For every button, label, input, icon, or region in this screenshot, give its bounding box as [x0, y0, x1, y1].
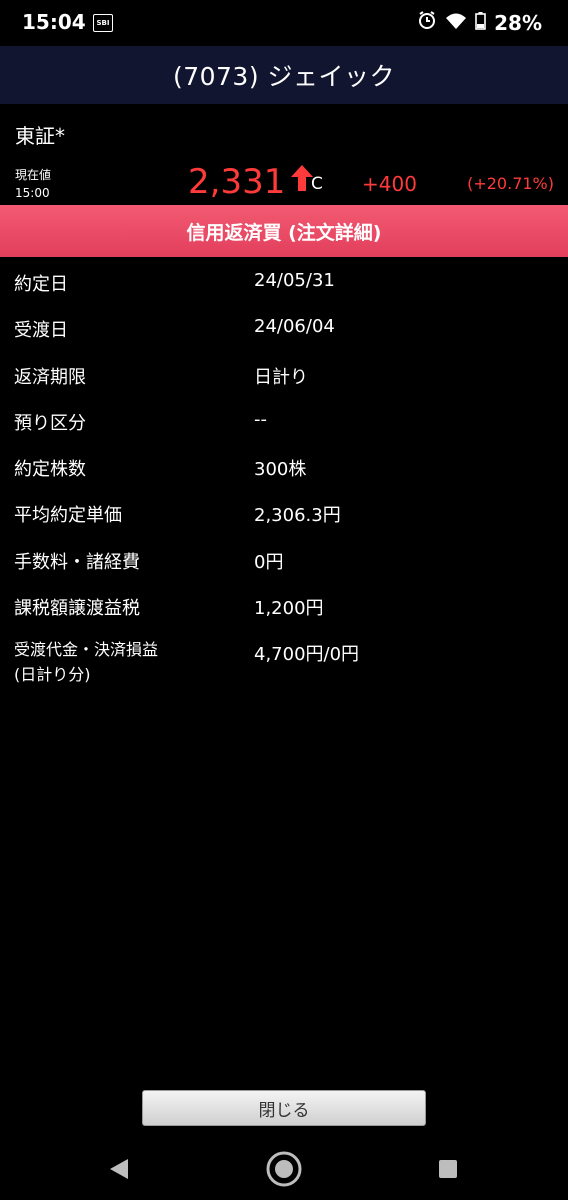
detail-value: -- — [254, 408, 267, 430]
detail-value: 300株 — [254, 459, 307, 481]
detail-row: 手数料・諸経費 0円 — [0, 536, 568, 582]
battery-percent: 28% — [494, 10, 542, 35]
page-title: (7073) ジェイック — [172, 62, 396, 91]
order-details: 約定日 24/05/31 受渡日 24/06/04 返済期限 日計り 預り区分 … — [0, 258, 568, 628]
title-bar: (7073) ジェイック — [0, 46, 568, 104]
price-caption: 現在値 15:00 — [15, 166, 51, 202]
detail-label: 受渡日 — [14, 320, 68, 342]
detail-row: 約定株数 300株 — [0, 443, 568, 489]
price-change: +400 — [362, 172, 417, 196]
status-time: 15:04 — [22, 10, 86, 34]
section-title: 信用返済買 (注文詳細) — [186, 221, 382, 244]
settlement-label-line1: 受渡代金・決済損益 — [14, 640, 159, 659]
wifi-icon — [445, 11, 467, 35]
detail-label: 返済期限 — [14, 366, 86, 388]
detail-row: 預り区分 -- — [0, 397, 568, 443]
price-time: 15:00 — [15, 186, 50, 200]
detail-row: 受渡日 24/06/04 — [0, 304, 568, 350]
detail-label: 約定株数 — [14, 459, 86, 481]
detail-value: 日計り — [254, 366, 308, 388]
market-label: 東証* — [15, 124, 65, 148]
current-price-value: 2,331 — [188, 162, 286, 202]
price-caption-label: 現在値 — [15, 168, 52, 182]
section-header: 信用返済買 (注文詳細) — [0, 205, 568, 257]
detail-label: 平均約定単価 — [14, 505, 122, 527]
settlement-value: 4,700円/0円 — [254, 644, 360, 665]
detail-row: 約定日 24/05/31 — [0, 258, 568, 304]
status-bar: 15:04 SBI 28% — [0, 0, 568, 46]
detail-label: 預り区分 — [14, 412, 86, 434]
nav-back-icon[interactable] — [108, 1157, 130, 1185]
detail-value: 1,200円 — [254, 598, 324, 620]
detail-value: 0円 — [254, 551, 284, 573]
detail-row: 返済期限 日計り — [0, 351, 568, 397]
settlement-label-line2: (日計り分) — [14, 665, 91, 684]
battery-icon — [475, 11, 486, 35]
nav-recents-icon[interactable] — [438, 1159, 458, 1183]
close-button[interactable]: 閉じる — [142, 1090, 426, 1126]
status-indicators: 28% — [417, 10, 542, 35]
price-flag: C — [311, 174, 323, 194]
alarm-icon — [417, 10, 437, 35]
detail-label: 課税額譲渡益税 — [14, 598, 140, 620]
detail-row: 平均約定単価 2,306.3円 — [0, 489, 568, 535]
detail-value: 24/06/04 — [254, 316, 335, 338]
nav-home-icon[interactable] — [265, 1150, 303, 1192]
system-nav-bar — [0, 1140, 568, 1200]
detail-row: 課税額譲渡益税 1,200円 — [0, 582, 568, 628]
detail-value: 24/05/31 — [254, 270, 335, 291]
settlement-label: 受渡代金・決済損益 (日計り分) — [14, 637, 158, 687]
price-change-percent: (+20.71%) — [467, 174, 554, 193]
detail-label: 手数料・諸経費 — [14, 551, 140, 573]
detail-value: 2,306.3円 — [254, 505, 341, 527]
current-price: 2,331 — [188, 162, 315, 202]
sbi-notification-icon: SBI — [93, 14, 113, 32]
detail-label: 約定日 — [14, 274, 68, 295]
